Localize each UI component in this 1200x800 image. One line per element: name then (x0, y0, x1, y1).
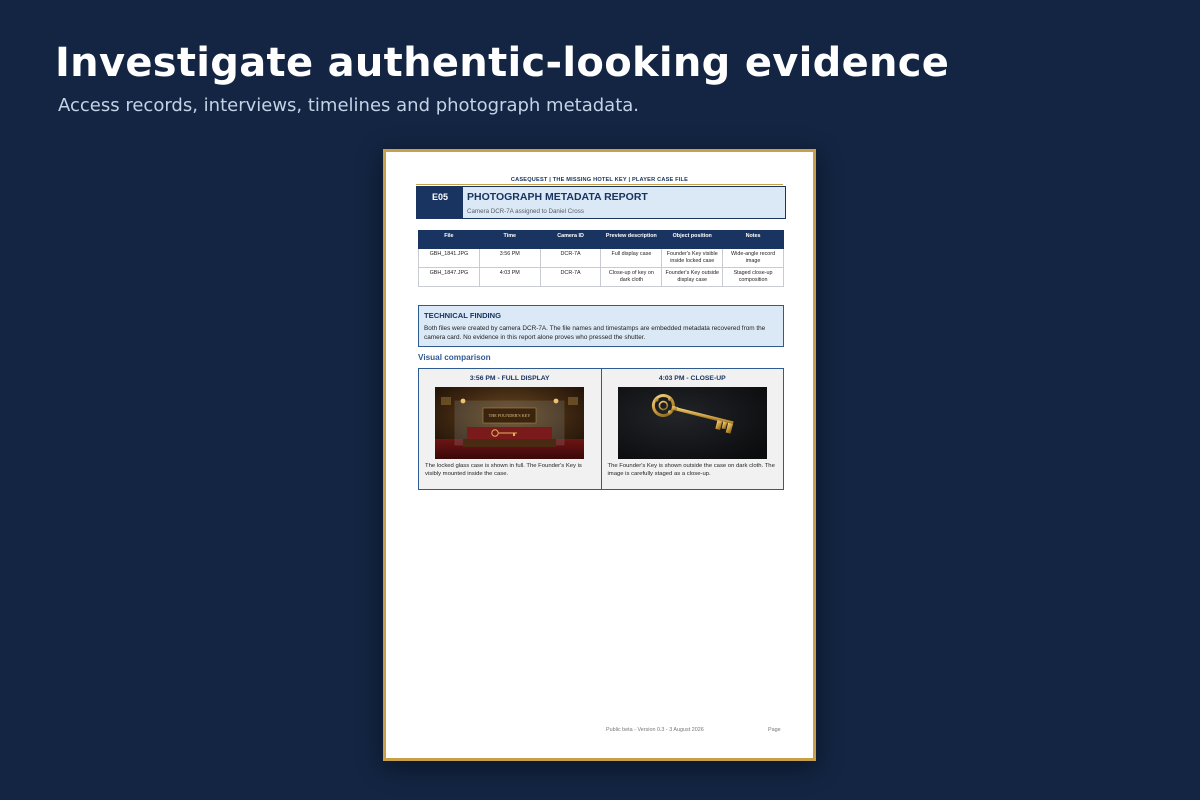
running-head: CASEQUEST | THE MISSING HOTEL KEY | PLAY… (510, 177, 689, 183)
key-closeup-photo (617, 387, 767, 459)
table-cell: Close-up of key on dark cloth (600, 267, 663, 288)
table-cell: GBH_1847.JPG (418, 267, 480, 288)
column-header: Camera ID (539, 230, 602, 249)
table-cell: DCR-7A (539, 267, 602, 288)
golden-key-icon (617, 387, 767, 459)
column-header: File (418, 230, 480, 249)
hero-subline: Access records, interviews, timelines an… (58, 95, 640, 116)
panel-caption: The locked glass case is shown in full. … (425, 463, 582, 477)
document-page: CASEQUEST | THE MISSING HOTEL KEY | PLAY… (383, 149, 816, 761)
table-cell: Wide-angle record image (722, 247, 784, 269)
visual-comparison: 3:56 PM - FULL DISPLAY THE FOUNDER'S KEY… (418, 368, 784, 490)
footer-version: Public beta - Version 0.3 - 3 August 202… (606, 727, 704, 733)
metadata-table: File Time Camera ID Preview description … (418, 230, 784, 288)
table-row: GBH_1847.JPG 4:03 PM DCR-7A Close-up of … (418, 267, 784, 288)
finding-text: Both files were created by camera DCR-7A… (424, 325, 766, 341)
report-title-block: E05 PHOTOGRAPH METADATA REPORT Camera DC… (416, 186, 786, 219)
table-cell: Staged close-up composition (722, 267, 784, 288)
table-cell: 4:03 PM (478, 267, 541, 288)
header-rule (416, 184, 783, 185)
column-header: Time (478, 230, 541, 249)
report-title: PHOTOGRAPH METADATA REPORT (467, 191, 648, 203)
table-cell: Founder's Key visible inside locked case (661, 247, 724, 269)
evidence-code: E05 (417, 187, 463, 218)
visual-comparison-heading: Visual comparison (418, 353, 491, 362)
title-box: PHOTOGRAPH METADATA REPORT Camera DCR-7A… (463, 187, 785, 218)
column-header: Object position (661, 230, 724, 249)
table-header-row: File Time Camera ID Preview description … (418, 230, 784, 249)
finding-title: TECHNICAL FINDING (424, 311, 502, 320)
display-case-photo: THE FOUNDER'S KEY (435, 387, 584, 459)
table-row: GBH_1841.JPG 3:56 PM DCR-7A Full display… (418, 247, 784, 269)
comparison-panel-full-display: 3:56 PM - FULL DISPLAY THE FOUNDER'S KEY… (419, 369, 601, 489)
report-subtitle: Camera DCR-7A assigned to Daniel Cross (467, 208, 584, 215)
table-cell: GBH_1841.JPG (418, 247, 480, 269)
hero-headline: Investigate authentic-looking evidence (55, 40, 950, 86)
panel-title: 4:03 PM - CLOSE-UP (658, 375, 726, 382)
table-cell: Founder's Key outside display case (661, 267, 724, 288)
display-case-image: THE FOUNDER'S KEY (435, 387, 584, 459)
table-cell: Full display case (600, 247, 663, 269)
technical-finding-box: TECHNICAL FINDING Both files were create… (418, 305, 784, 347)
table-cell: 3:56 PM (478, 247, 541, 269)
column-header: Preview description (600, 230, 663, 249)
footer-page-label: Page (768, 727, 781, 733)
plaque-text: THE FOUNDER'S KEY (489, 413, 531, 418)
panel-title: 3:56 PM - FULL DISPLAY (469, 375, 550, 382)
table-cell: DCR-7A (539, 247, 602, 269)
panel-caption: The Founder's Key is shown outside the c… (607, 463, 775, 477)
comparison-panel-close-up: 4:03 PM - CLOSE-UP The Founder's Key is … (600, 369, 784, 489)
column-header: Notes (722, 230, 784, 249)
